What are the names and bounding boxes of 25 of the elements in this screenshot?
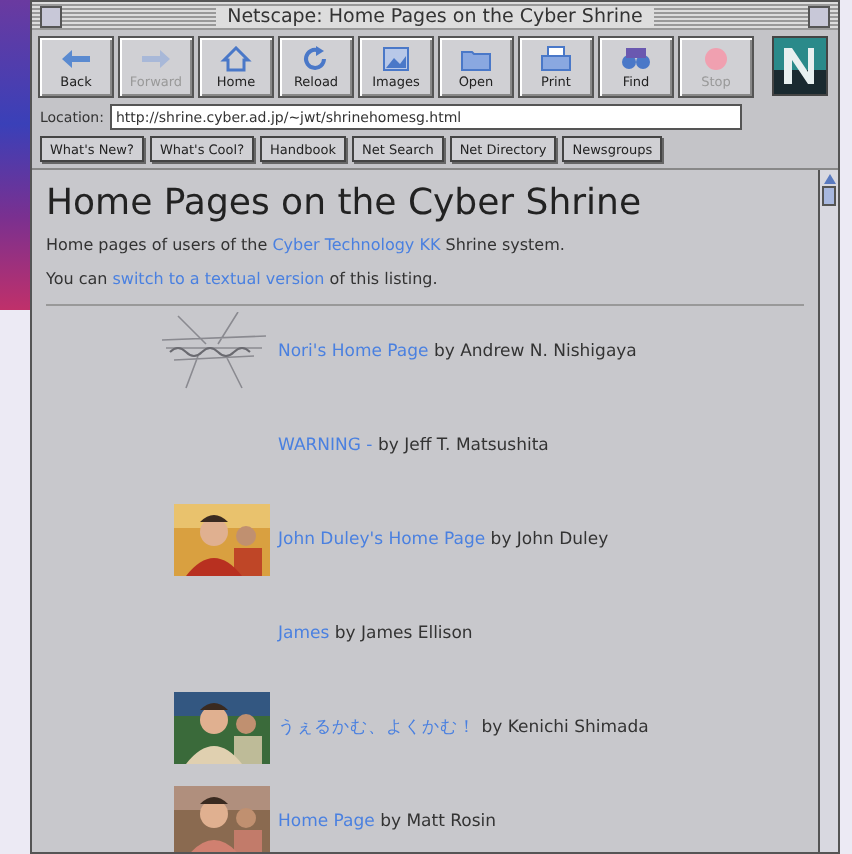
sketch-drawing — [158, 312, 270, 392]
page-heading: Home Pages on the Cyber Shrine — [46, 182, 644, 224]
scroll-thumb[interactable] — [822, 186, 836, 206]
back-arrow-icon — [60, 45, 92, 71]
forward-arrow-icon — [140, 45, 172, 71]
entry-text: うぇるかむ、よくかむ！ by Kenichi Shimada — [278, 716, 649, 740]
binoculars-icon — [620, 45, 652, 71]
note-text: You can switch to a textual version of this listing. — [46, 270, 440, 288]
intro-text: Home pages of users of the Cyber Technology KK Shrine system. — [46, 236, 567, 254]
window-title: Netscape: Home Pages on the Cyber Shrine — [215, 5, 655, 27]
images-icon — [380, 45, 412, 71]
entry-text: Nori's Home Page by Andrew N. Nishigaya — [278, 342, 637, 362]
folder-icon — [460, 45, 492, 71]
reload-icon — [300, 45, 332, 71]
zoom-box[interactable] — [807, 5, 830, 27]
netscape-logo-icon — [772, 36, 828, 96]
printer-icon — [540, 45, 572, 71]
close-box[interactable] — [40, 5, 62, 27]
stop-icon — [700, 45, 732, 71]
entry-text: Home Page by Matt Rosin — [278, 812, 497, 832]
entry-text: John Duley's Home Page by John Duley — [278, 530, 609, 550]
entry-text: James by James Ellison — [278, 624, 473, 644]
scroll-bar[interactable] — [818, 170, 838, 852]
entry-text: WARNING - by Jeff T. Matsushita — [278, 436, 549, 456]
home-icon — [220, 45, 252, 71]
